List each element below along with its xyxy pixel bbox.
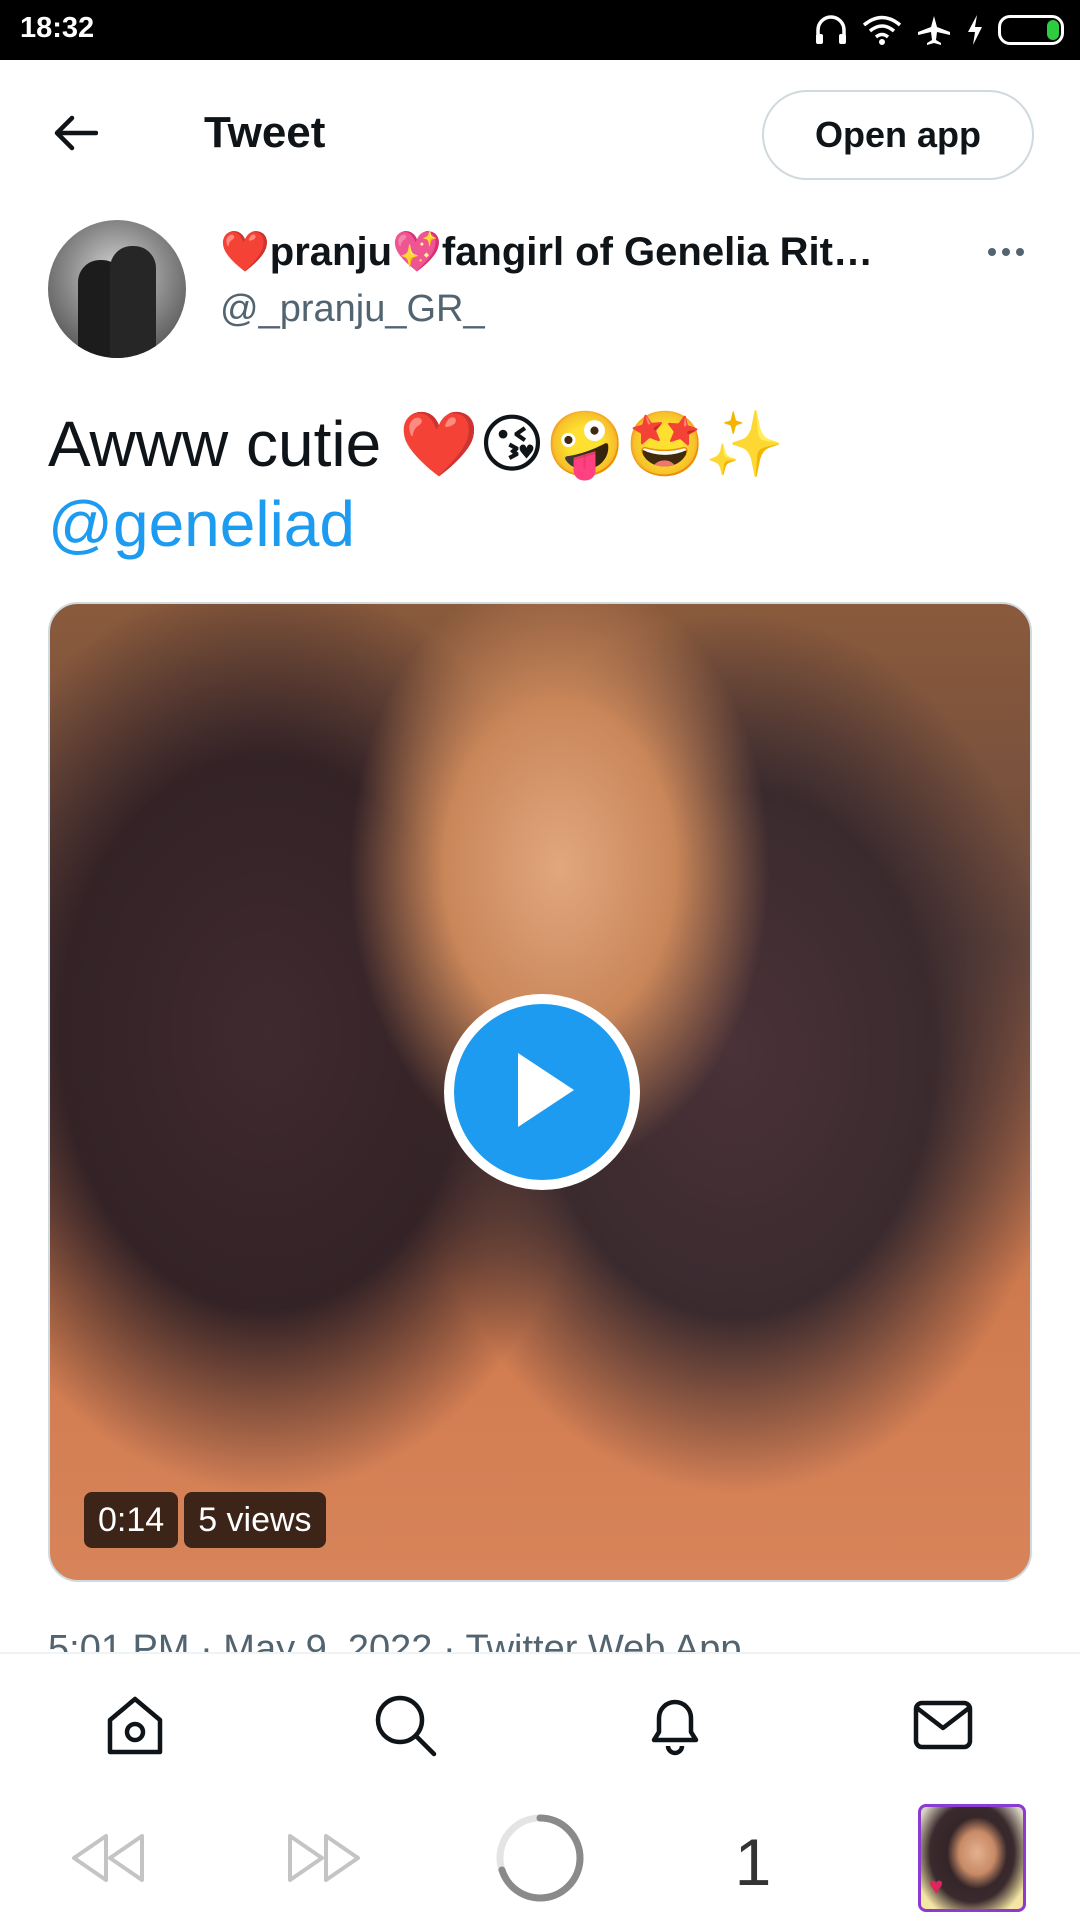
wifi-icon [862,14,902,46]
video-player[interactable]: 0:14 5 views [48,602,1032,1582]
heart-icon: ♥ [929,1873,944,1900]
battery-icon [998,15,1064,45]
play-icon [502,1045,582,1140]
airplane-mode-icon [916,14,952,46]
avatar[interactable] [48,220,186,358]
video-views: 5 views [184,1492,326,1548]
app-header: Tweet Open app [0,60,1080,210]
status-bar: 18:32 [0,0,1080,60]
fast-forward-icon [284,1830,364,1891]
open-app-button[interactable]: Open app [762,90,1034,180]
avatar-figure [110,246,156,358]
browser-back-button[interactable] [66,1828,150,1892]
mention-link[interactable]: @geneliad [48,484,355,564]
browser-reload-button[interactable] [494,1814,586,1906]
author-name[interactable]: ❤️pranju💖fangirl of Genelia Rit… [220,228,900,275]
search-icon [370,1690,440,1765]
arrow-left-icon [52,113,99,158]
page-title: Tweet [204,108,326,157]
more-options-button[interactable] [978,232,1034,272]
browser-forward-button[interactable] [282,1828,366,1892]
bottom-nav [0,1652,1080,1800]
tweet-text: Awww cutie ❤️😘🤪🤩✨ [48,408,785,480]
rewind-icon [68,1830,148,1891]
status-time: 18:32 [20,12,95,44]
dot-icon [988,248,996,256]
charging-icon [966,14,984,46]
loading-spinner-icon [494,1812,586,1909]
battery-level [1047,20,1059,40]
author-handle[interactable]: @_pranju_GR_ [220,288,485,331]
tab-thumbnail[interactable]: ♥ [918,1804,1026,1912]
back-button[interactable] [40,100,110,170]
play-button[interactable] [444,994,640,1190]
headphones-icon [814,14,848,46]
envelope-icon [908,1690,978,1765]
bell-icon [640,1690,710,1765]
nav-home-button[interactable] [92,1684,178,1770]
browser-toolbar: 1 ♥ [0,1800,1080,1920]
tab-count[interactable]: 1 [718,1812,788,1912]
home-icon [100,1690,170,1765]
dot-icon [1002,248,1010,256]
status-icons [814,10,1064,50]
video-duration: 0:14 [84,1492,179,1548]
nav-notifications-button[interactable] [632,1684,718,1770]
video-badges: 0:14 5 views [84,1492,326,1548]
dot-icon [1016,248,1024,256]
nav-search-button[interactable] [362,1684,448,1770]
nav-messages-button[interactable] [900,1684,986,1770]
